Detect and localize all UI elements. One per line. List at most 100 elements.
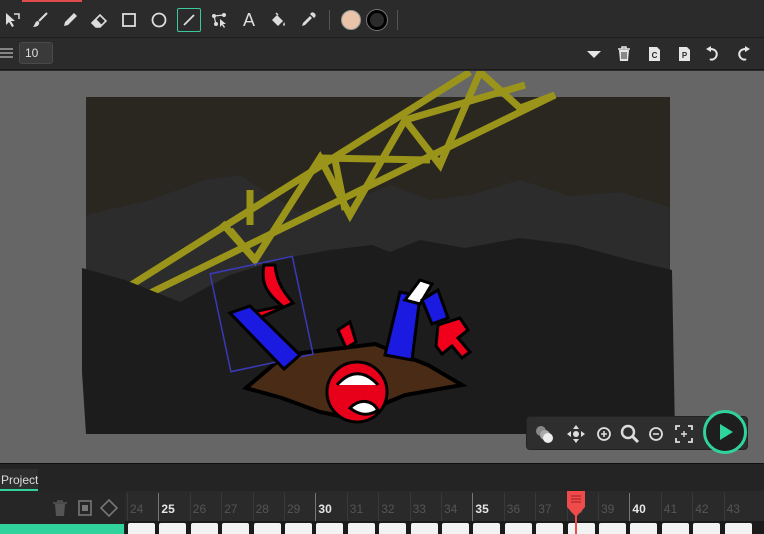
ruler-tick (598, 493, 599, 521)
ruler-tick (409, 493, 411, 521)
dropdown-button[interactable] (584, 44, 604, 64)
play-button[interactable] (703, 410, 747, 454)
fit-screen-icon (675, 425, 693, 443)
fill-color-swatch[interactable] (341, 10, 361, 30)
frame-cell[interactable] (473, 523, 501, 534)
path-tool[interactable] (207, 8, 231, 32)
frame-cell[interactable] (128, 523, 155, 534)
pencil-tool[interactable] (58, 8, 82, 32)
frame-cell[interactable] (379, 523, 407, 534)
rectangle-tool[interactable] (117, 8, 141, 32)
copy-button[interactable]: C (644, 44, 664, 64)
ruler-tick (503, 493, 505, 521)
frame-cell[interactable] (661, 523, 689, 534)
fill-tool[interactable] (266, 8, 290, 32)
brush-tool[interactable] (28, 8, 52, 32)
ruler-tick (692, 493, 694, 521)
frame-cell[interactable] (316, 523, 344, 534)
svg-text:C: C (652, 51, 658, 60)
zoom-button[interactable] (617, 421, 643, 447)
select-tool[interactable] (0, 8, 24, 32)
frame-cell[interactable] (693, 523, 721, 534)
active-layer-row[interactable] (0, 524, 124, 534)
frame-cell[interactable] (253, 523, 281, 534)
frame-strip[interactable] (125, 521, 764, 534)
frame-number-label: 28 (255, 502, 269, 516)
frame-cell[interactable] (630, 523, 658, 534)
frame-cell[interactable] (347, 523, 375, 534)
ruler-tick (127, 493, 128, 521)
eraser-tool[interactable] (87, 8, 111, 32)
ruler-tick (252, 493, 254, 521)
frame-number-label: 33 (412, 502, 426, 516)
text-tool[interactable]: A (237, 8, 261, 32)
frame-number-input[interactable]: 10 (19, 42, 53, 64)
undo-button[interactable] (703, 44, 723, 64)
frame-cell[interactable] (285, 523, 312, 534)
zoom-out-button[interactable] (643, 421, 669, 447)
stroke-color-swatch[interactable] (367, 10, 387, 30)
frame-number-label: 26 (192, 502, 207, 516)
frame-number-label: 39 (601, 502, 615, 516)
delete-button[interactable] (614, 44, 634, 64)
trash-icon[interactable] (51, 499, 69, 517)
redo-button[interactable] (733, 44, 753, 64)
timeline-panel: Project 24252627282930313233343536373839… (0, 463, 764, 534)
search-icon (620, 424, 640, 444)
frame-cell[interactable] (222, 523, 250, 534)
layer-options-bar: 10 C P (0, 38, 764, 70)
onion-skin-icon (536, 426, 553, 443)
redo-icon (738, 46, 750, 61)
frame-number-label: 29 (287, 502, 301, 516)
diamond-icon[interactable] (100, 499, 118, 517)
frame-cell[interactable] (190, 523, 218, 534)
ruler-tick (315, 493, 317, 521)
ruler-tick (441, 493, 442, 521)
eyedropper-tool[interactable] (296, 8, 320, 32)
frame-number-value: 10 (25, 46, 39, 60)
keyframe-square-icon[interactable] (76, 499, 94, 517)
layer-panel (0, 491, 125, 534)
animation-editor: A 10 C P Project 24 25 26 27 28 29 30 31… (0, 0, 764, 534)
frame-number-label: 37 (538, 502, 552, 516)
toolbar-divider (397, 10, 398, 30)
zoom-out-icon (649, 427, 663, 441)
frame-cell[interactable] (504, 523, 532, 534)
ruler-tick (723, 493, 725, 521)
paste-icon: P (679, 47, 690, 61)
tab-project[interactable]: Project (0, 469, 38, 491)
ruler-tick (346, 493, 348, 521)
line-tool[interactable] (177, 8, 201, 32)
ball-eye-bottom (347, 400, 380, 416)
frame-ruler[interactable]: 2425262728293031323334353637383940414243 (125, 491, 764, 521)
menu-lines-icon[interactable] (0, 46, 14, 60)
onion-skin-button[interactable] (531, 421, 557, 447)
frame-number-label: 24 (130, 502, 144, 516)
frame-cell[interactable] (159, 523, 187, 534)
ruler-tick (472, 493, 474, 521)
ruler-tick (158, 493, 160, 521)
pan-button[interactable] (563, 421, 589, 447)
frame-number-label: 27 (224, 502, 238, 516)
ruler-tick (221, 493, 223, 521)
frame-cell[interactable] (599, 523, 626, 534)
frame-cell[interactable] (724, 523, 752, 534)
ruler-tick (660, 493, 662, 521)
ellipse-tool[interactable] (147, 8, 171, 32)
drawing-stage[interactable] (0, 71, 764, 463)
eyedropper-icon (302, 12, 316, 26)
paste-button[interactable]: P (674, 44, 694, 64)
zoom-in-button[interactable] (591, 421, 617, 447)
paint-bucket-icon (272, 12, 285, 26)
ruler-tick (629, 493, 631, 521)
frame-number-label: 43 (726, 502, 740, 516)
frame-cell[interactable] (536, 523, 564, 534)
ruler-tick (535, 493, 537, 521)
frame-cell[interactable] (442, 523, 469, 534)
ruler-tick (189, 493, 191, 521)
fit-screen-button[interactable] (671, 421, 697, 447)
canvas-workspace[interactable] (0, 71, 764, 463)
copy-icon: C (649, 47, 660, 61)
frame-cell[interactable] (410, 523, 438, 534)
playhead-marker[interactable] (566, 491, 586, 534)
